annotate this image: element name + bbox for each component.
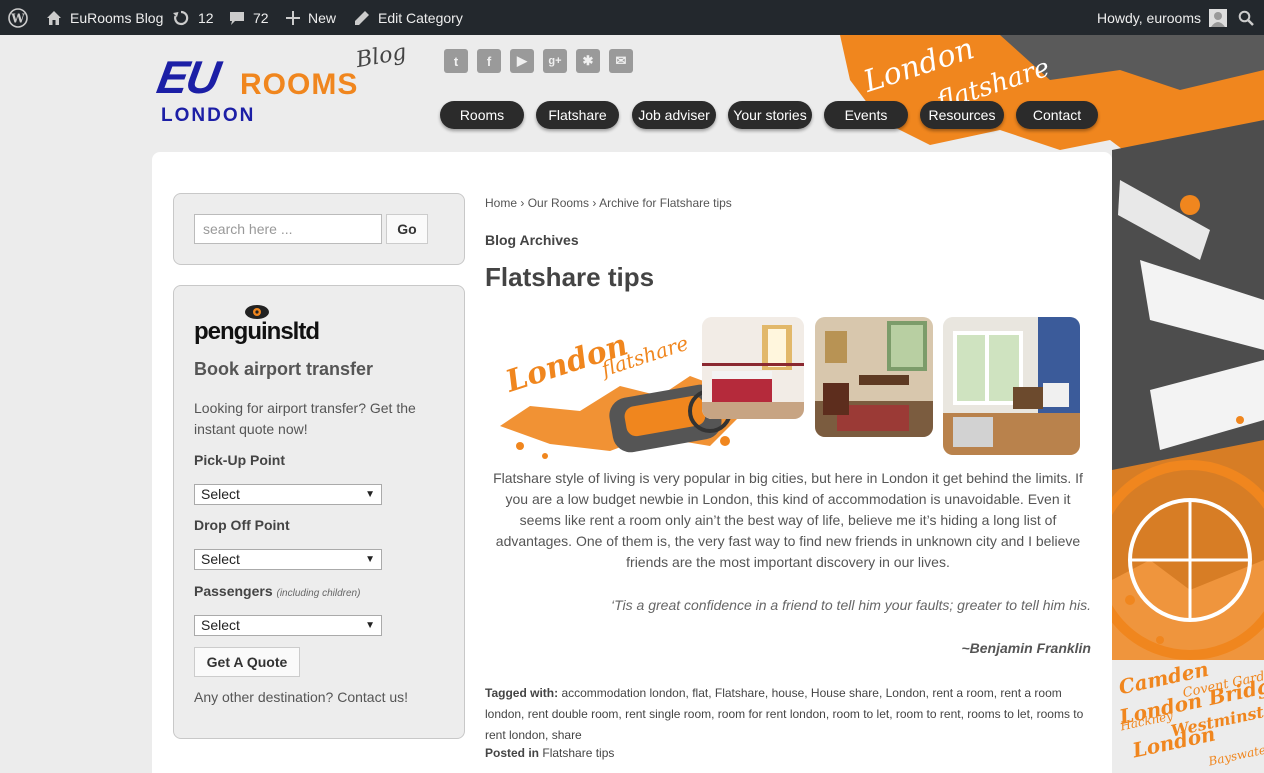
plus-icon	[286, 10, 300, 25]
post-quote: ‘Tis a great confidence in a friend to t…	[611, 597, 1091, 613]
comments-icon	[230, 11, 244, 25]
posted-in-category[interactable]: Flatshare tips	[542, 746, 614, 760]
tagged-with-label: Tagged with:	[485, 686, 559, 700]
howdy-text: Howdy, eurooms	[1097, 9, 1202, 26]
site-name: EuRooms Blog	[70, 9, 164, 26]
room-photo	[702, 317, 804, 419]
comments-link[interactable]: 72	[229, 0, 269, 35]
pickup-label: Pick-Up Point	[194, 452, 286, 468]
breadcrumb-separator: ›	[520, 196, 525, 210]
nav-rooms[interactable]: Rooms	[440, 101, 524, 129]
yelp-icon[interactable]: ✱	[576, 49, 600, 73]
email-icon[interactable]: ✉	[609, 49, 633, 73]
logo-eu: EU	[153, 51, 223, 103]
passengers-label-text: Passengers	[194, 583, 273, 599]
updates-icon	[173, 10, 189, 25]
search-icon	[1238, 10, 1254, 26]
nav-your-stories[interactable]: Your stories	[728, 101, 812, 129]
passengers-note: (including children)	[276, 588, 361, 599]
breadcrumb-separator: ›	[592, 196, 597, 210]
passengers-label: Passengers (including children)	[194, 583, 360, 599]
admin-bar: W EuRooms Blog 12 72 New Edit Category H…	[0, 0, 1264, 35]
search-input[interactable]: search here ...	[194, 214, 382, 244]
transfer-intro: Looking for airport transfer? Get the in…	[194, 400, 416, 437]
new-content-link[interactable]: New	[286, 0, 336, 35]
dropdown-arrow-icon: ▼	[365, 489, 375, 500]
wordpress-icon: W	[8, 7, 28, 28]
bg-word: Bayswater	[1207, 741, 1264, 769]
bg-word-cloud: Camden London Bridge Covent Garden Hackn…	[1112, 664, 1264, 773]
youtube-icon[interactable]: ▶	[510, 49, 534, 73]
room-photo-image	[815, 317, 933, 437]
svg-text:W: W	[10, 11, 25, 25]
room-photo-image	[943, 317, 1080, 455]
admin-search-button[interactable]	[1238, 0, 1262, 35]
search-go-button[interactable]: Go	[386, 214, 428, 244]
nav-flatshare[interactable]: Flatshare	[536, 101, 619, 129]
nav-job-adviser[interactable]: Job adviser	[632, 101, 716, 129]
post-body: Flatshare style of living is very popula…	[493, 470, 1083, 570]
breadcrumb-home[interactable]: Home	[485, 196, 517, 210]
pencil-icon	[355, 10, 369, 25]
breadcrumb-rooms[interactable]: Our Rooms	[528, 196, 589, 210]
dropoff-label: Drop Off Point	[194, 517, 290, 533]
edit-category-label: Edit Category	[378, 9, 463, 26]
avatar-icon	[1211, 11, 1226, 27]
facebook-icon[interactable]: f	[477, 49, 501, 73]
passengers-select[interactable]: Select ▼	[194, 615, 382, 636]
updates-count: 12	[198, 9, 214, 26]
dropdown-arrow-icon: ▼	[365, 620, 375, 631]
updates-link[interactable]: 12	[172, 0, 214, 35]
logo-rooms: ROOMS	[240, 68, 359, 101]
flatshare-banner: London flatshare	[490, 316, 1082, 461]
twitter-icon[interactable]: t	[444, 49, 468, 73]
my-account-link[interactable]: Howdy, eurooms	[1097, 0, 1228, 35]
page-title: Flatshare tips	[485, 262, 655, 292]
post-tags: Tagged with: accommodation london, flat,…	[485, 683, 1090, 746]
other-destination-text[interactable]: Any other destination? Contact us!	[194, 689, 408, 705]
room-photo	[815, 317, 933, 437]
nav-contact[interactable]: Contact	[1016, 101, 1098, 129]
breadcrumb: Home › Our Rooms › Archive for Flatshare…	[485, 196, 732, 210]
posted-in: Posted in Flatshare tips	[485, 746, 614, 760]
tag-links[interactable]: accommodation london, flat, Flatshare, h…	[485, 686, 1083, 742]
new-label: New	[308, 9, 337, 26]
pickup-select[interactable]: Select ▼	[194, 484, 382, 505]
home-icon	[47, 10, 61, 25]
logo-london: LONDON	[161, 105, 256, 126]
transfer-title: Book airport transfer	[194, 359, 374, 379]
nav-resources[interactable]: Resources	[920, 101, 1004, 129]
breadcrumb-current: Archive for Flatshare tips	[599, 196, 732, 210]
room-photo	[943, 317, 1080, 455]
get-quote-button[interactable]: Get A Quote	[194, 647, 300, 677]
comments-count: 72	[253, 9, 269, 26]
site-name-link[interactable]: EuRooms Blog	[46, 0, 163, 35]
nav-events[interactable]: Events	[824, 101, 908, 129]
avatar	[1209, 8, 1228, 27]
penguins-brand: penguinsltd	[194, 318, 320, 345]
quote-author: ~Benjamin Franklin	[961, 640, 1091, 656]
pickup-select-value: Select	[201, 486, 240, 502]
posted-in-label: Posted in	[485, 746, 540, 760]
room-photo-image	[702, 317, 804, 419]
google-plus-icon[interactable]: g+	[543, 49, 567, 73]
dropoff-select-value: Select	[201, 551, 240, 567]
dropdown-arrow-icon: ▼	[365, 554, 375, 565]
edit-category-link[interactable]: Edit Category	[354, 0, 463, 35]
passengers-select-value: Select	[201, 617, 240, 633]
site-logo[interactable]: EU ROOMS Blog LONDON	[153, 40, 418, 130]
archive-label: Blog Archives	[485, 232, 579, 248]
dropoff-select[interactable]: Select ▼	[194, 549, 382, 570]
wordpress-menu[interactable]: W	[8, 0, 36, 35]
